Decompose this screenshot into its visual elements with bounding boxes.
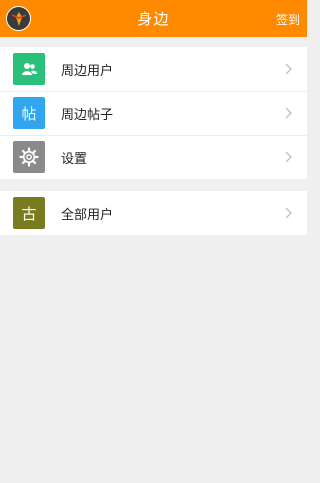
gear-icon [13, 141, 45, 173]
menu-item-label: 设置 [61, 151, 88, 167]
avatar-figure-icon [11, 11, 26, 26]
avatar[interactable] [6, 6, 31, 31]
menu-group-nearby: 周边用户 帖 周边帖子 设置 [0, 47, 307, 179]
page-title: 身边 [137, 10, 170, 28]
menu-group-all: 古 全部用户 [0, 191, 307, 235]
chevron-right-icon [285, 63, 293, 75]
menu-item-label: 全部用户 [61, 207, 114, 223]
posts-icon: 帖 [13, 97, 45, 129]
menu-item-nearby-users[interactable]: 周边用户 [0, 47, 307, 91]
menu-item-all-users[interactable]: 古 全部用户 [0, 191, 307, 235]
menu-item-label: 周边帖子 [61, 107, 114, 123]
chevron-right-icon [285, 107, 293, 119]
all-users-icon-glyph: 古 [21, 204, 37, 223]
app-header: 身边 签到 [0, 0, 307, 37]
menu-item-label: 周边用户 [61, 63, 114, 79]
all-users-icon: 古 [13, 197, 45, 229]
check-in-button[interactable]: 签到 [276, 11, 300, 28]
posts-icon-glyph: 帖 [21, 104, 37, 123]
chevron-right-icon [285, 207, 293, 219]
menu-item-settings[interactable]: 设置 [0, 135, 307, 179]
menu-item-nearby-posts[interactable]: 帖 周边帖子 [0, 91, 307, 135]
users-icon [13, 53, 45, 85]
chevron-right-icon [285, 151, 293, 163]
